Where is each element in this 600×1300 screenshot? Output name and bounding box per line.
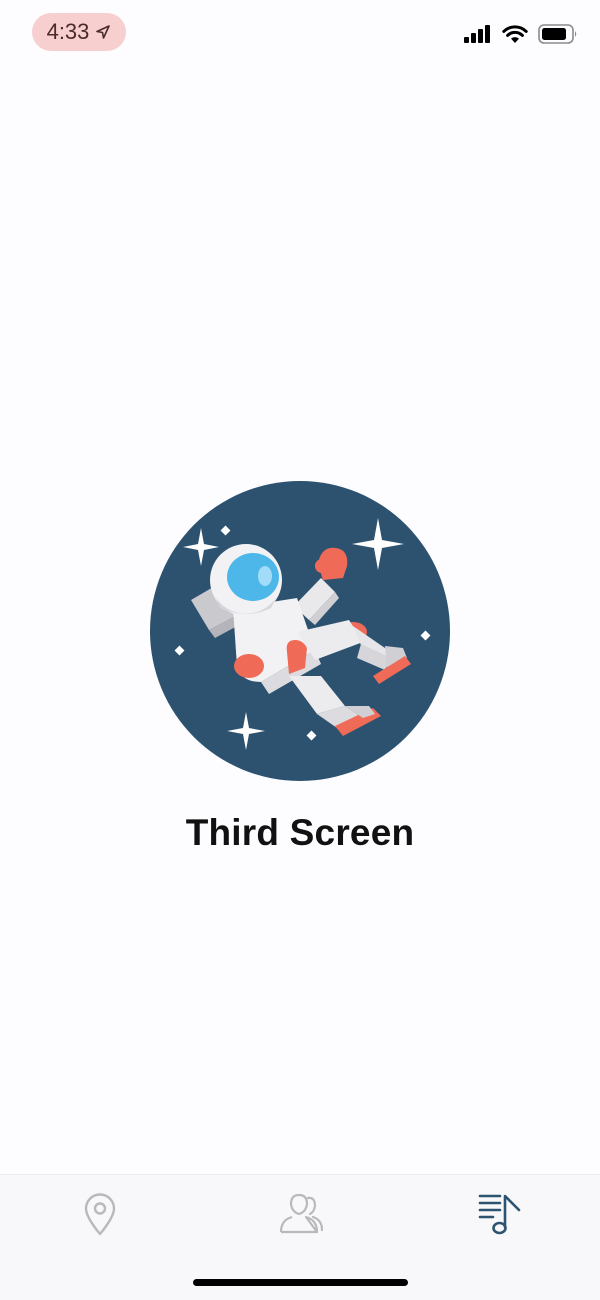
tab-location[interactable] (70, 1189, 130, 1239)
tab-contacts[interactable] (270, 1189, 330, 1239)
status-time: 4:33 (46, 19, 90, 44)
status-bar: 4:33 (0, 0, 600, 70)
astronaut-icon (150, 481, 450, 781)
wifi-icon (502, 24, 528, 43)
location-arrow-icon (96, 25, 111, 39)
battery-icon (538, 24, 577, 44)
cellular-signal-icon (464, 25, 490, 43)
contacts-icon (279, 1193, 323, 1234)
page-title: Third Screen (185, 812, 415, 853)
location-pin-icon (84, 1193, 116, 1236)
main-content: Third Screen (0, 480, 600, 854)
music-playlist-icon (478, 1194, 521, 1235)
home-indicator[interactable] (193, 1279, 408, 1286)
tab-music[interactable] (470, 1189, 530, 1239)
status-time-pill[interactable]: 4:33 (32, 13, 126, 51)
status-icons (464, 24, 578, 44)
